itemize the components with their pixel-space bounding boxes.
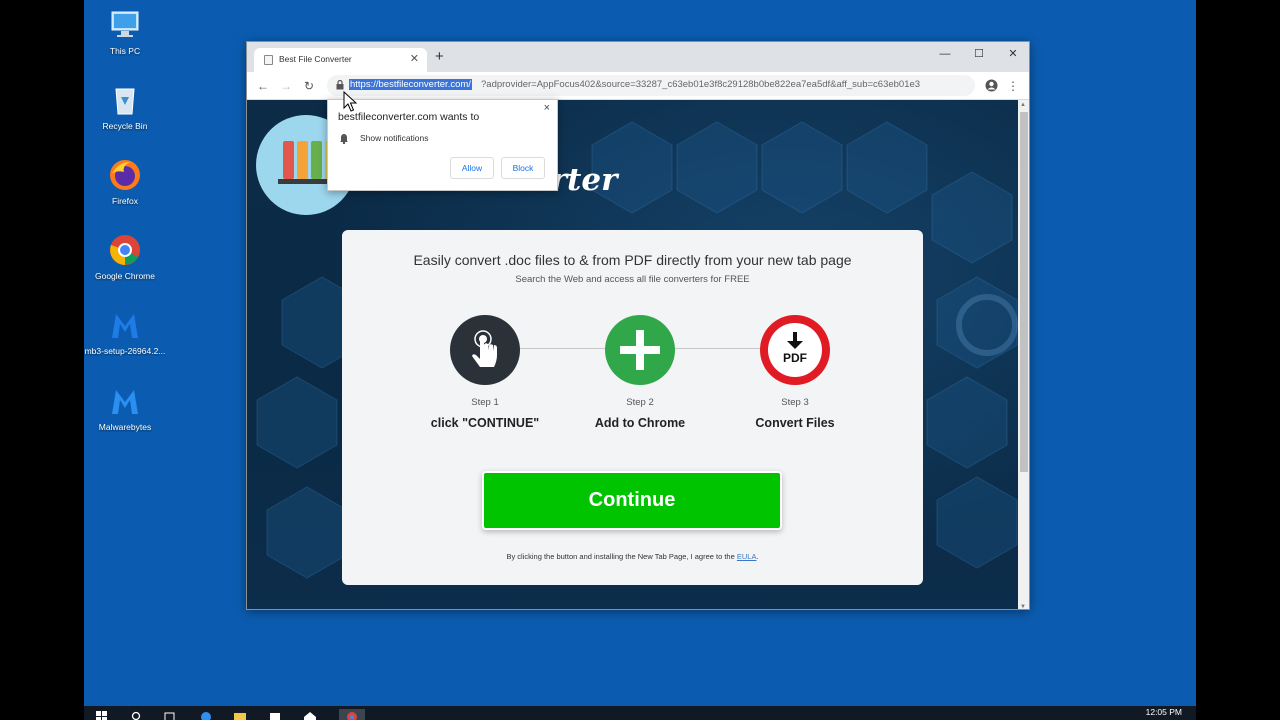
url-host: https://bestfileconverter.com/ bbox=[349, 79, 472, 90]
desktop-icon-malwarebytes[interactable]: Malwarebytes bbox=[84, 384, 166, 432]
malwarebytes-setup-icon bbox=[108, 308, 142, 342]
step-number: Step 3 bbox=[781, 397, 809, 408]
chrome-icon bbox=[108, 233, 142, 267]
hand-pointer-icon bbox=[450, 315, 520, 385]
bell-icon bbox=[340, 134, 348, 144]
address-bar[interactable]: https://bestfileconverter.com/ ?adprovid… bbox=[327, 75, 975, 96]
offer-card: Easily convert .doc files to & from PDF … bbox=[342, 230, 923, 585]
taskbar-clock[interactable]: 12:05 PM bbox=[1146, 707, 1182, 717]
tab-close-icon[interactable]: ✕ bbox=[410, 52, 419, 65]
legal-end: . bbox=[756, 552, 759, 561]
file-explorer-icon[interactable] bbox=[234, 709, 246, 720]
chrome-taskbar-icon[interactable] bbox=[339, 709, 365, 720]
desktop-icon-label: Malwarebytes bbox=[98, 422, 152, 432]
lock-icon[interactable] bbox=[336, 80, 344, 90]
step-title: click "CONTINUE" bbox=[430, 416, 540, 430]
maximize-button[interactable]: ☐ bbox=[969, 46, 989, 64]
continue-button[interactable]: Continue bbox=[482, 471, 782, 530]
back-button[interactable]: ← bbox=[255, 78, 271, 94]
allow-button[interactable]: Allow bbox=[450, 157, 494, 179]
recycle-bin-icon bbox=[108, 83, 142, 117]
desktop-icon-label: mb3-setup-26964.2... bbox=[84, 346, 166, 356]
mouse-cursor-icon bbox=[343, 91, 357, 112]
forward-button[interactable]: → bbox=[278, 78, 294, 94]
new-tab-button[interactable]: + bbox=[435, 49, 444, 64]
step-1: Step 1 click "CONTINUE" bbox=[410, 315, 560, 430]
block-button[interactable]: Block bbox=[501, 157, 545, 179]
step-number: Step 1 bbox=[471, 397, 499, 408]
browser-titlebar: Best File Converter ✕ + — ☐ ✕ bbox=[247, 42, 1029, 72]
desktop-icon-this-pc[interactable]: This PC bbox=[84, 8, 166, 56]
binder-orange bbox=[297, 141, 308, 179]
browser-toolbar: ← → ↻ https://bestfileconverter.com/ ?ad… bbox=[247, 72, 1029, 100]
step-number: Step 2 bbox=[626, 397, 654, 408]
desktop-icon-mb3-setup[interactable]: mb3-setup-26964.2... bbox=[84, 308, 166, 356]
desktop-icon-label: Recycle Bin bbox=[102, 121, 148, 131]
scroll-up-icon[interactable]: ▲ bbox=[1020, 102, 1026, 108]
tab-title: Best File Converter bbox=[279, 54, 352, 64]
binder-red bbox=[283, 141, 294, 179]
profile-icon[interactable] bbox=[983, 78, 999, 94]
screen: This PC Recycle Bin Firefox Google Chrom… bbox=[0, 0, 1280, 720]
firefox-icon bbox=[108, 158, 142, 192]
desktop-icon-chrome[interactable]: Google Chrome bbox=[84, 233, 166, 281]
desktop-icon-label: Google Chrome bbox=[94, 271, 155, 281]
taskbar: 12:05 PM bbox=[84, 706, 1196, 720]
headline: Easily convert .doc files to & from PDF … bbox=[413, 252, 852, 268]
browser-tab[interactable]: Best File Converter ✕ bbox=[254, 48, 427, 72]
eula-link[interactable]: EULA bbox=[737, 552, 757, 561]
scroll-down-icon[interactable]: ▼ bbox=[1020, 604, 1026, 609]
menu-kebab-icon[interactable]: ⋮ bbox=[1005, 78, 1021, 94]
step-title: Convert Files bbox=[755, 416, 835, 430]
task-view-icon[interactable] bbox=[164, 709, 176, 720]
subheadline: Search the Web and access all file conve… bbox=[515, 274, 750, 285]
minimize-button[interactable]: — bbox=[935, 46, 955, 64]
step-title: Add to Chrome bbox=[594, 416, 686, 430]
scrollbar-thumb[interactable] bbox=[1020, 112, 1028, 472]
desktop-icon-recycle-bin[interactable]: Recycle Bin bbox=[84, 83, 166, 131]
pdf-download-icon: PDF bbox=[760, 315, 830, 385]
legal-text: By clicking the button and installing th… bbox=[342, 552, 923, 561]
close-window-button[interactable]: ✕ bbox=[1003, 46, 1023, 64]
popup-message: Show notifications bbox=[360, 133, 429, 143]
legal-sentence: By clicking the button and installing th… bbox=[506, 552, 737, 561]
desktop-icon-label: This PC bbox=[109, 46, 141, 56]
binder-green bbox=[311, 141, 322, 179]
start-icon[interactable] bbox=[96, 709, 108, 720]
computer-icon bbox=[108, 8, 142, 42]
search-icon[interactable] bbox=[131, 709, 143, 720]
popup-close-button[interactable]: × bbox=[544, 102, 550, 114]
malwarebytes-icon bbox=[108, 384, 142, 418]
step-3: PDF Step 3 Convert Files bbox=[720, 315, 870, 430]
edge-icon[interactable] bbox=[200, 709, 212, 720]
plus-icon bbox=[605, 315, 675, 385]
page-scrollbar[interactable]: ▲ ▼ bbox=[1018, 100, 1029, 609]
mail-icon[interactable] bbox=[304, 709, 316, 720]
popup-title: bestfileconverter.com wants to bbox=[338, 111, 480, 123]
page-favicon-icon bbox=[264, 55, 273, 65]
browser-window: Best File Converter ✕ + — ☐ ✕ ← → ↻ http… bbox=[246, 41, 1030, 610]
step-2: Step 2 Add to Chrome bbox=[565, 315, 715, 430]
desktop-icon-firefox[interactable]: Firefox bbox=[84, 158, 166, 206]
reload-button[interactable]: ↻ bbox=[301, 78, 317, 94]
notification-permission-popup: bestfileconverter.com wants to × Show no… bbox=[327, 99, 558, 191]
desktop-icon-label: Firefox bbox=[112, 196, 138, 206]
store-icon[interactable] bbox=[269, 709, 281, 720]
pdf-label: PDF bbox=[783, 351, 807, 365]
url-query: ?adprovider=AppFocus402&source=33287_c63… bbox=[481, 79, 921, 90]
